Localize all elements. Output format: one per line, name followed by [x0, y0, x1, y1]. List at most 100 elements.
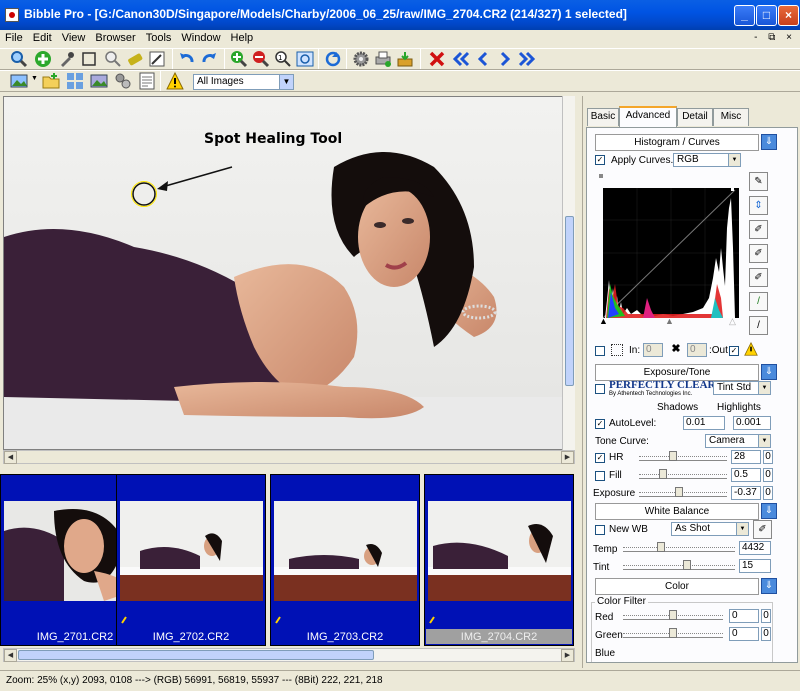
document-window-controls[interactable]: - ⧉ × — [754, 32, 796, 43]
tint-slider[interactable] — [623, 560, 735, 570]
in-value-field[interactable]: 0 — [643, 343, 663, 357]
crop-box-icon[interactable] — [611, 344, 623, 356]
scroll-right-icon[interactable]: ▶ — [561, 451, 574, 464]
settings-gear-icon[interactable] — [352, 50, 370, 68]
slider-thumb[interactable] — [657, 542, 665, 552]
white-eyedropper-icon[interactable]: ✐ — [749, 268, 768, 287]
image-filter-select[interactable]: All Images ▼ — [193, 74, 294, 90]
perfectly-clear-preset-select[interactable]: Tint Std ▼ — [713, 381, 771, 395]
export-icon[interactable] — [396, 50, 414, 68]
zoom-in-icon[interactable] — [230, 50, 248, 68]
next-image-icon[interactable] — [496, 50, 514, 68]
hr-field[interactable]: 28 — [731, 450, 761, 464]
warning-icon[interactable] — [166, 72, 184, 90]
green-reset[interactable]: 0 — [761, 627, 771, 641]
menu-file[interactable]: File — [0, 30, 28, 46]
scroll-left-icon[interactable]: ◀ — [4, 649, 17, 662]
slider-thumb[interactable] — [675, 487, 683, 497]
curve-channel-select[interactable]: RGB ▼ — [673, 153, 741, 167]
curve-line-icon[interactable]: / — [749, 316, 768, 335]
green-field[interactable]: 0 — [729, 627, 759, 641]
delete-icon[interactable] — [428, 50, 446, 68]
tab-misc[interactable]: Misc — [713, 108, 749, 126]
white-balance-preset-select[interactable]: As Shot ▼ — [671, 522, 749, 536]
tone-curve-select[interactable]: Camera ▼ — [705, 434, 771, 448]
scroll-thumb[interactable] — [18, 650, 374, 660]
tint-field[interactable]: 15 — [739, 559, 771, 573]
info-list-icon[interactable] — [138, 72, 156, 90]
undo-icon[interactable] — [178, 50, 196, 68]
highlights-field[interactable]: 0.001 — [733, 416, 771, 430]
midpoint-marker-icon[interactable]: ▲ — [665, 316, 674, 326]
zoom-out-icon[interactable] — [252, 50, 270, 68]
thumbnail-item[interactable]: IMG_2702.CR2 — [116, 474, 266, 646]
image-horizontal-scrollbar[interactable]: ◀ ▶ — [3, 450, 575, 464]
first-image-icon[interactable] — [452, 50, 470, 68]
menu-tools[interactable]: Tools — [141, 30, 177, 46]
black-eyedropper-icon[interactable]: ✐ — [749, 220, 768, 239]
slider-thumb[interactable] — [669, 610, 677, 620]
thumbnail-item-selected[interactable]: IMG_2704.CR2 — [424, 474, 574, 646]
collapse-down-icon[interactable]: ⇓ — [761, 134, 777, 150]
wb-eyedropper-icon[interactable]: ✐ — [753, 520, 772, 539]
picture-icon[interactable] — [90, 72, 108, 90]
hr-reset[interactable]: 0 — [763, 450, 773, 464]
hr-checkbox[interactable]: ✓ — [595, 453, 605, 463]
fill-slider[interactable] — [639, 469, 727, 479]
exposure-slider[interactable] — [639, 487, 727, 497]
exposure-field[interactable]: -0.37 — [731, 486, 761, 500]
fill-checkbox[interactable] — [595, 471, 605, 481]
collapse-down-icon[interactable]: ⇓ — [761, 364, 777, 380]
histogram-section-header[interactable]: Histogram / Curves — [595, 134, 759, 151]
reset-x-icon[interactable]: ✖ — [669, 342, 683, 356]
new-folder-icon[interactable] — [42, 72, 60, 90]
apply-curves-checkbox[interactable]: ✓ — [595, 155, 605, 165]
maximize-button[interactable]: □ — [756, 5, 777, 26]
gray-eyedropper-icon[interactable]: ✐ — [749, 244, 768, 263]
add-icon[interactable] — [34, 50, 52, 68]
slider-thumb[interactable] — [659, 469, 667, 479]
slider-thumb[interactable] — [669, 628, 677, 638]
minimize-button[interactable]: _ — [734, 5, 755, 26]
batch-settings-icon[interactable] — [114, 72, 132, 90]
image-view-icon[interactable] — [10, 72, 28, 90]
slider-thumb[interactable] — [669, 451, 677, 461]
thumbnail-item[interactable]: IMG_2703.CR2 — [270, 474, 420, 646]
curve-settings-icon[interactable]: ✎ — [749, 172, 768, 191]
zoom-100-icon[interactable]: 1 — [274, 50, 292, 68]
collapse-down-icon[interactable]: ⇓ — [761, 503, 777, 519]
heal-tool-icon[interactable] — [126, 50, 144, 68]
in-out-checkbox[interactable] — [595, 346, 605, 356]
eyedropper-icon[interactable] — [58, 50, 76, 68]
zoom-tool-icon[interactable] — [10, 50, 28, 68]
red-reset[interactable]: 0 — [761, 609, 771, 623]
scroll-right-icon[interactable]: ▶ — [561, 649, 574, 662]
color-section-header[interactable]: Color — [595, 578, 759, 595]
fill-reset[interactable]: 0 — [763, 468, 773, 482]
previous-image-icon[interactable] — [474, 50, 492, 68]
fill-field[interactable]: 0.5 — [731, 468, 761, 482]
image-view-dropdown-icon[interactable]: ▼ — [31, 75, 38, 82]
red-slider[interactable] — [623, 610, 723, 620]
temp-slider[interactable] — [623, 542, 735, 552]
out-checkbox[interactable]: ✓ — [729, 346, 739, 356]
refresh-icon[interactable] — [324, 50, 342, 68]
scroll-thumb[interactable] — [565, 216, 574, 386]
curve-swap-icon[interactable]: ⇕ — [749, 196, 768, 215]
tab-basic[interactable]: Basic — [587, 108, 619, 126]
tab-detail[interactable]: Detail — [677, 108, 713, 126]
scroll-left-icon[interactable]: ◀ — [4, 451, 17, 464]
last-image-icon[interactable] — [518, 50, 536, 68]
hr-slider[interactable] — [639, 451, 727, 461]
menu-browser[interactable]: Browser — [90, 30, 140, 46]
menu-edit[interactable]: Edit — [28, 30, 57, 46]
menu-help[interactable]: Help — [226, 30, 259, 46]
crop-icon[interactable] — [80, 50, 98, 68]
magic-wand-icon[interactable] — [148, 50, 166, 68]
white-balance-section-header[interactable]: White Balance — [595, 503, 759, 520]
red-field[interactable]: 0 — [729, 609, 759, 623]
exposure-reset[interactable]: 0 — [763, 486, 773, 500]
autolevel-checkbox[interactable]: ✓ — [595, 419, 605, 429]
grid-view-icon[interactable] — [66, 72, 84, 90]
redo-icon[interactable] — [200, 50, 218, 68]
